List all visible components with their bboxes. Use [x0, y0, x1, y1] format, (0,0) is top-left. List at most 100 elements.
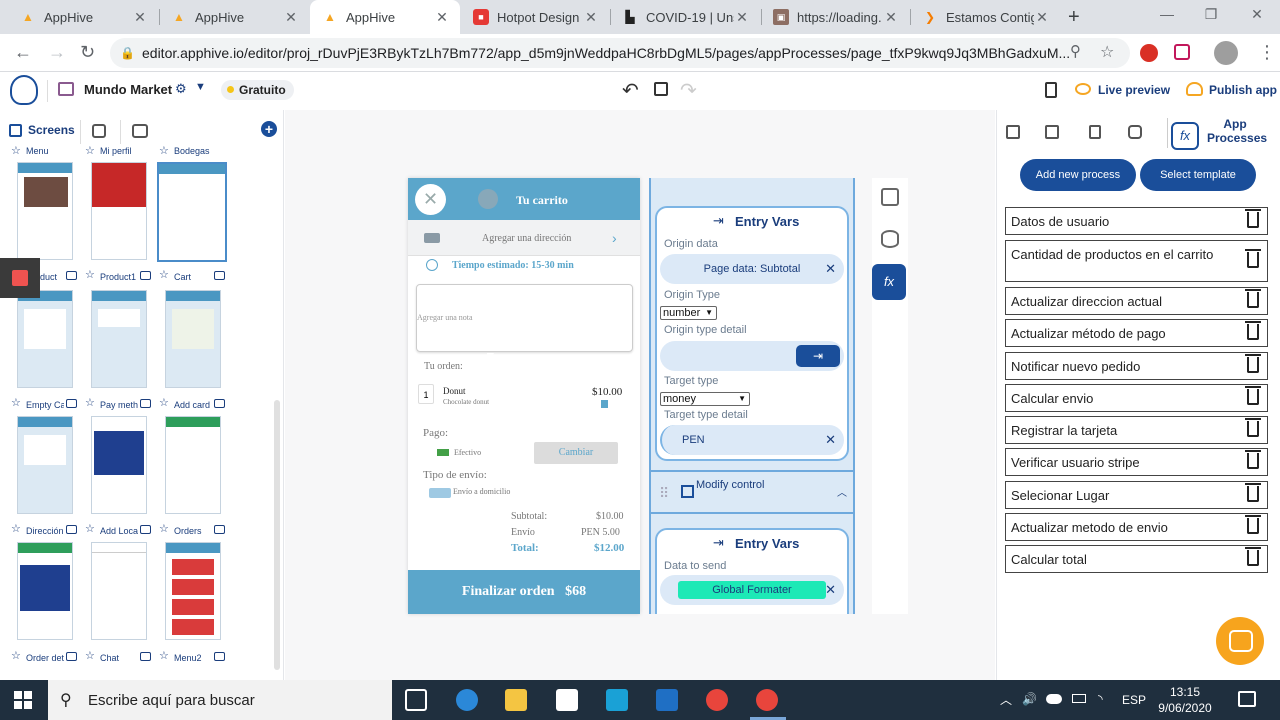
layers-icon[interactable]	[92, 124, 106, 138]
extension-abp-icon[interactable]	[1140, 44, 1158, 62]
add-screen-icon[interactable]	[1006, 125, 1020, 139]
screen-settings-icon[interactable]	[66, 525, 77, 534]
data-to-send-pill[interactable]: Global Formater ✕	[660, 575, 844, 605]
url-field[interactable]: editor.apphive.io/editor/proj_rDuvPjE3RB…	[110, 38, 1130, 68]
bookmark-star-icon[interactable]: ☆	[1100, 42, 1114, 62]
chat-support-button[interactable]	[1216, 617, 1264, 665]
screen-thumbnail[interactable]	[91, 416, 147, 514]
clock[interactable]: 13:15 9/06/2020	[1152, 684, 1218, 716]
close-tab-icon[interactable]: ✕	[883, 9, 899, 26]
volume-icon[interactable]: 🔊	[1022, 692, 1037, 706]
process-item[interactable]: Actualizar método de pago	[1005, 319, 1268, 347]
trash-icon[interactable]	[1245, 515, 1261, 534]
remove-icon[interactable]: ✕	[825, 432, 836, 448]
edit-icon[interactable]	[881, 188, 899, 206]
reload-icon[interactable]: ↻	[80, 42, 95, 63]
screen-settings-icon[interactable]	[214, 271, 225, 280]
star-icon[interactable]: ☆	[11, 144, 21, 157]
trash-icon[interactable]	[1245, 450, 1261, 469]
components-icon[interactable]	[132, 124, 148, 138]
screen-thumbnail[interactable]	[165, 542, 221, 640]
process-item[interactable]: Selecionar Lugar	[1005, 481, 1268, 509]
browser-tab[interactable]: ❯ Estamos Contig ✕	[910, 0, 1060, 34]
star-icon[interactable]: ☆	[11, 396, 21, 409]
screen-settings-icon[interactable]	[140, 525, 151, 534]
edge-icon[interactable]	[456, 689, 478, 711]
data-to-send-value[interactable]: Global Formater	[678, 581, 826, 599]
plan-badge[interactable]: Gratuito	[221, 80, 294, 100]
star-icon[interactable]: ☆	[11, 649, 21, 662]
chrome-icon[interactable]	[706, 689, 728, 711]
live-preview-button[interactable]: Live preview	[1098, 83, 1170, 97]
screen-settings-icon[interactable]	[214, 652, 225, 661]
select-template-button[interactable]: Select template	[1140, 159, 1256, 191]
star-icon[interactable]: ☆	[85, 144, 95, 157]
checkout-button[interactable]: Finalizar orden $68	[408, 570, 640, 614]
screen-thumbnail[interactable]	[17, 416, 73, 514]
redo-icon[interactable]: ↷	[680, 78, 697, 103]
screen-settings-icon[interactable]	[214, 399, 225, 408]
trash-icon[interactable]	[601, 400, 608, 408]
star-icon[interactable]: ☆	[85, 522, 95, 535]
close-tab-icon[interactable]: ✕	[132, 9, 148, 26]
address-row[interactable]: Agregar una dirección ›	[408, 220, 640, 256]
close-icon[interactable]: ✕	[415, 184, 446, 215]
recording-stop-button[interactable]	[0, 258, 40, 298]
language-indicator[interactable]: ESP	[1122, 693, 1146, 707]
browser-menu-icon[interactable]: ⋮	[1258, 42, 1276, 63]
taskbar-search[interactable]: ⚲ Escribe aquí para buscar	[48, 680, 392, 720]
process-item[interactable]: Cantidad de productos en el carrito	[1005, 240, 1268, 282]
list-icon[interactable]	[1089, 125, 1101, 139]
process-item[interactable]: Actualizar direccion actual	[1005, 287, 1268, 315]
windows-start-icon[interactable]	[14, 691, 32, 709]
undo-icon[interactable]: ↶	[622, 78, 639, 103]
process-item[interactable]: Calcular envio	[1005, 384, 1268, 412]
insert-data-button[interactable]: ⇥	[796, 345, 840, 367]
chevron-up-icon[interactable]: ︿	[1000, 691, 1012, 708]
document-icon[interactable]	[1045, 82, 1057, 98]
drag-handle-icon[interactable]: ⠿	[659, 485, 669, 502]
forward-arrow-icon[interactable]: →	[48, 42, 66, 63]
screen-thumbnail[interactable]	[165, 416, 221, 514]
trash-icon[interactable]	[1245, 483, 1261, 502]
back-arrow-icon[interactable]: ←	[14, 42, 32, 63]
star-icon[interactable]: ☆	[159, 396, 169, 409]
task-view-icon[interactable]	[405, 689, 427, 711]
star-icon[interactable]: ☆	[159, 649, 169, 662]
trash-icon[interactable]	[1245, 209, 1261, 228]
trash-icon[interactable]	[1245, 289, 1261, 308]
close-tab-icon[interactable]: ✕	[434, 9, 450, 26]
project-name[interactable]: Mundo Market	[84, 82, 172, 97]
screen-thumbnail-selected[interactable]	[157, 162, 227, 262]
target-type-select[interactable]: money ▼	[660, 392, 750, 406]
trash-icon[interactable]	[1245, 321, 1261, 340]
save-icon[interactable]	[654, 82, 668, 96]
cloud-icon[interactable]	[1046, 694, 1062, 704]
store-icon[interactable]	[556, 689, 578, 711]
wifi-icon[interactable]: ◝	[1098, 692, 1103, 706]
screen-thumbnail[interactable]	[165, 290, 221, 388]
app-l-icon[interactable]	[606, 689, 628, 711]
remove-icon[interactable]: ✕	[825, 582, 836, 598]
trash-icon[interactable]	[1245, 547, 1261, 566]
star-icon[interactable]: ☆	[11, 522, 21, 535]
screen-thumbnail[interactable]	[91, 542, 147, 640]
process-item[interactable]: Verificar usuario stripe	[1005, 448, 1268, 476]
origin-type-detail-pill[interactable]: ⇥	[660, 341, 844, 371]
browser-tab[interactable]: ▙ COVID-19 | Uns ✕	[610, 0, 760, 34]
trash-icon[interactable]	[1245, 354, 1261, 373]
file-explorer-icon[interactable]	[505, 689, 527, 711]
star-icon[interactable]: ☆	[159, 144, 169, 157]
screen-thumbnail[interactable]	[17, 162, 73, 260]
minimize-button[interactable]: —	[1144, 6, 1190, 22]
star-icon[interactable]: ☆	[159, 268, 169, 281]
screens-tab[interactable]: Screens	[28, 123, 75, 137]
screen-settings-icon[interactable]	[66, 652, 77, 661]
notifications-icon[interactable]	[1238, 691, 1256, 707]
profile-avatar[interactable]	[1214, 41, 1238, 65]
process-item[interactable]: Actualizar metodo de envio	[1005, 513, 1268, 541]
database-icon[interactable]	[881, 230, 899, 248]
new-tab-button[interactable]: +	[1068, 6, 1080, 29]
remove-icon[interactable]: ✕	[825, 261, 836, 277]
mail-icon[interactable]	[656, 689, 678, 711]
